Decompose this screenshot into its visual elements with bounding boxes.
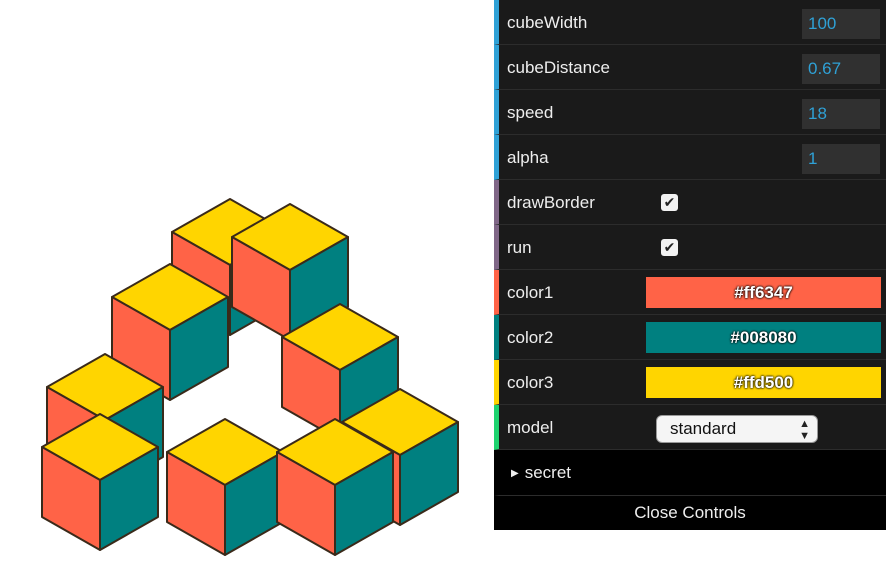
- control-drawborder: drawBorder ✔: [494, 180, 886, 225]
- select-arrows-icon: ▲ ▼: [799, 418, 810, 442]
- alpha-label: alpha: [507, 148, 549, 167]
- triangle-right-icon: ▶: [511, 468, 519, 479]
- cubewidth-input[interactable]: 100: [802, 9, 880, 39]
- drawborder-checkbox[interactable]: ✔: [661, 194, 678, 211]
- alpha-input[interactable]: 1: [802, 144, 880, 174]
- close-controls-button[interactable]: Close Controls: [494, 496, 886, 530]
- control-color1: color1 #ff6347: [494, 270, 886, 315]
- secret-folder-label: ▶ secret: [511, 450, 571, 496]
- controls-panel: cubeWidth 100 cubeDistance 0.67 speed 18…: [494, 0, 886, 530]
- speed-input[interactable]: 18: [802, 99, 880, 129]
- control-color2: color2 #008080: [494, 315, 886, 360]
- cube: [166, 418, 284, 556]
- color2-label: color2: [507, 328, 554, 347]
- control-cubewidth: cubeWidth 100: [494, 0, 886, 45]
- cubedistance-label: cubeDistance: [507, 58, 611, 77]
- color3-label: color3: [507, 373, 554, 392]
- color2-swatch[interactable]: #008080: [646, 322, 881, 353]
- color3-swatch[interactable]: #ffd500: [646, 367, 881, 398]
- model-label: model: [507, 418, 554, 437]
- cubedistance-input[interactable]: 0.67: [802, 54, 880, 84]
- control-cubedistance: cubeDistance 0.67: [494, 45, 886, 90]
- cube-canvas[interactable]: [0, 0, 494, 580]
- impossible-triangle-cubes: [41, 198, 459, 556]
- color1-label: color1: [507, 283, 554, 302]
- secret-folder-title: secret: [524, 463, 571, 482]
- control-alpha: alpha 1: [494, 135, 886, 180]
- control-model: model standard ▲ ▼: [494, 405, 886, 450]
- color1-swatch[interactable]: #ff6347: [646, 277, 881, 308]
- drawborder-label: drawBorder: [507, 193, 595, 212]
- model-select[interactable]: standard ▲ ▼: [656, 415, 818, 443]
- run-label: run: [507, 238, 532, 257]
- model-selected-value: standard: [670, 419, 737, 438]
- folder-secret[interactable]: ▶ secret: [494, 450, 886, 496]
- speed-label: speed: [507, 103, 554, 122]
- run-checkbox[interactable]: ✔: [661, 239, 678, 256]
- control-color3: color3 #ffd500: [494, 360, 886, 405]
- control-speed: speed 18: [494, 90, 886, 135]
- control-run: run ✔: [494, 225, 886, 270]
- cubewidth-label: cubeWidth: [507, 13, 588, 32]
